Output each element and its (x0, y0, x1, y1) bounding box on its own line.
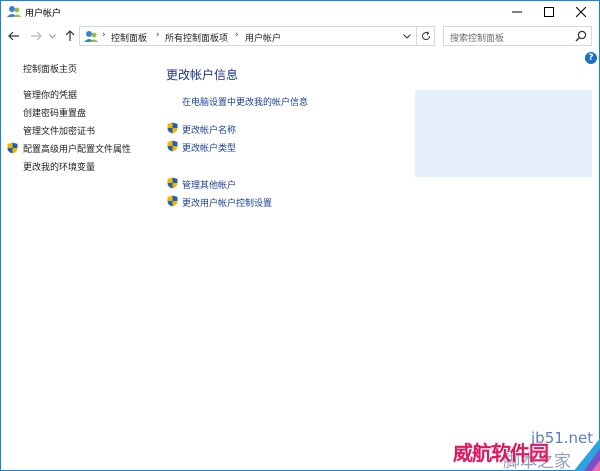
uac-shield-icon (7, 142, 18, 154)
search-input[interactable]: 搜索控制面板 (443, 26, 592, 46)
breadcrumb-user-accounts[interactable]: 用户帐户 (245, 31, 281, 44)
maximize-button[interactable] (533, 1, 565, 23)
minimize-button[interactable] (501, 1, 533, 23)
change-environment-variables-link[interactable]: 更改我的环境变量 (23, 160, 95, 173)
back-button[interactable] (7, 28, 21, 44)
change-uac-settings-link[interactable]: 更改用户帐户控制设置 (182, 196, 272, 209)
uac-shield-icon (167, 140, 178, 152)
breadcrumb-separator[interactable]: › (235, 30, 239, 40)
arrow-right-icon (31, 31, 42, 41)
page-title: 更改帐户信息 (166, 68, 239, 82)
chevron-down-icon (48, 33, 56, 39)
change-account-type-link[interactable]: 更改帐户类型 (182, 141, 236, 154)
refresh-button[interactable] (417, 26, 435, 46)
breadcrumb-separator[interactable]: › (156, 30, 160, 40)
address-history-button[interactable] (400, 29, 414, 43)
manage-file-encryption-link[interactable]: 管理文件加密证书 (23, 124, 95, 137)
title-bar[interactable]: 用户帐户 (1, 1, 599, 23)
breadcrumb-all-items[interactable]: 所有控制面板项 (165, 31, 228, 44)
arrow-up-icon (65, 30, 75, 41)
watermark-corner-icon (573, 438, 600, 471)
maximize-icon (544, 7, 554, 17)
up-button[interactable] (63, 28, 77, 44)
watermark-brand-red: 威航软件园 (453, 441, 549, 465)
uac-shield-icon (167, 177, 178, 189)
window-title: 用户帐户 (25, 9, 62, 19)
search-icon (575, 30, 587, 42)
create-password-reset-disk-link[interactable]: 创建密码重置盘 (23, 106, 86, 119)
user-accounts-icon (84, 31, 98, 42)
minimize-icon (512, 11, 522, 13)
close-icon (576, 7, 586, 17)
help-button[interactable]: ? (585, 52, 597, 64)
control-panel-home-link[interactable]: 控制面板主页 (23, 62, 77, 75)
change-account-name-link[interactable]: 更改帐户名称 (182, 123, 236, 136)
refresh-icon (421, 31, 430, 41)
account-picture-panel (415, 90, 592, 177)
user-accounts-window: 用户帐户 › 控制面板 › 所有控制面板项 › 用户帐户 搜索控制面板 ? 控制… (0, 0, 600, 471)
address-box[interactable]: › 控制面板 › 所有控制面板项 › 用户帐户 (79, 26, 417, 46)
manage-other-accounts-link[interactable]: 管理其他帐户 (182, 178, 236, 191)
arrow-left-icon (8, 31, 19, 41)
chevron-down-icon (403, 33, 411, 39)
user-accounts-icon (7, 6, 21, 17)
close-button[interactable] (565, 1, 597, 23)
pc-settings-link[interactable]: 在电脑设置中更改我的帐户信息 (182, 95, 308, 108)
recent-locations-button[interactable] (47, 28, 57, 44)
breadcrumb-control-panel[interactable]: 控制面板 (111, 31, 147, 44)
uac-shield-icon (167, 195, 178, 207)
advanced-user-profile-link[interactable]: 配置高级用户配置文件属性 (23, 142, 131, 155)
search-placeholder: 搜索控制面板 (450, 34, 505, 44)
uac-shield-icon (167, 122, 178, 134)
forward-button[interactable] (29, 28, 43, 44)
breadcrumb-separator[interactable]: › (102, 30, 106, 40)
address-bar-row: › 控制面板 › 所有控制面板项 › 用户帐户 搜索控制面板 (1, 23, 599, 49)
manage-credentials-link[interactable]: 管理你的凭据 (23, 88, 77, 101)
